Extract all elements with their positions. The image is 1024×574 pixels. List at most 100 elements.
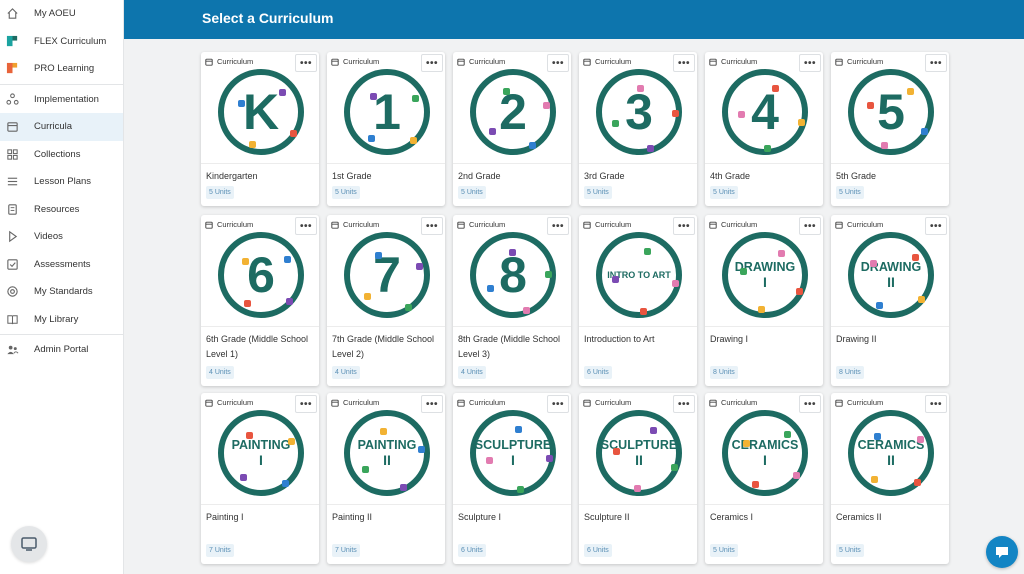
emblem-word: PAINTING [357,438,417,453]
more-options-button[interactable]: ••• [925,395,947,413]
chat-button[interactable] [986,536,1018,568]
curriculum-card[interactable]: Curriculum ••• SCULPTURE II Sculpture II 6 Un… [579,393,697,564]
sidebar-item-flex-curriculum[interactable]: FLEX Curriculum [0,28,123,56]
calendar-icon [331,58,339,66]
emblem-label: 3 [625,84,653,140]
emblem-label: PAINTING I [232,439,291,467]
ellipsis-icon: ••• [677,220,690,232]
curriculum-card[interactable]: Curriculum ••• 3 3rd Grade 5 Units [579,52,697,206]
sidebar-item-lesson-plans[interactable]: Lesson Plans [0,168,123,196]
emblem-label: K [242,84,280,140]
more-options-button[interactable]: ••• [673,217,695,235]
more-options-button[interactable]: ••• [547,395,569,413]
more-options-button[interactable]: ••• [295,395,317,413]
art-supply-illustration [246,432,253,439]
sidebar-item-label: Curricula [34,121,73,133]
more-options-button[interactable]: ••• [421,54,443,72]
list-icon [6,175,19,188]
curriculum-card[interactable]: Curriculum ••• 8 8th Grade (Middle School L… [453,215,571,386]
home-icon [6,7,19,20]
more-options-button[interactable]: ••• [673,54,695,72]
curriculum-card[interactable]: Curriculum ••• CERAMICS I Ceramics I 5 Units [705,393,823,564]
ellipsis-icon: ••• [551,57,564,69]
curriculum-card[interactable]: Curriculum ••• 1 1st Grade 5 Units [327,52,445,206]
curriculum-badge: Curriculum [205,57,253,66]
units-badge: 8 Units [836,366,864,379]
more-options-button[interactable]: ••• [295,54,317,72]
art-supply-illustration [416,263,423,270]
emblem-label: DRAWING I [735,261,795,289]
art-supply-illustration [912,254,919,261]
curriculum-card[interactable]: Curriculum ••• 7 7th Grade (Middle School L… [327,215,445,386]
card-title: 4th Grade [710,171,751,181]
art-supply-illustration [738,111,745,118]
sidebar-item-my-standards[interactable]: My Standards [0,278,123,306]
calendar-icon [457,399,465,407]
sidebar-item-curricula[interactable]: Curricula [0,113,123,141]
card-image: Curriculum ••• 4 [705,52,823,164]
curriculum-card[interactable]: Curriculum ••• 5 5th Grade 5 Units [831,52,949,206]
curriculum-card[interactable]: Curriculum ••• DRAWING II Drawing II 8 Units [831,215,949,386]
sidebar-item-label: Assessments [34,258,91,270]
more-options-button[interactable]: ••• [421,395,443,413]
curriculum-card[interactable]: Curriculum ••• 6 6th Grade (Middle School L… [201,215,319,386]
units-badge: 5 Units [584,186,612,199]
sidebar-item-label: FLEX Curriculum [34,35,107,47]
sidebar-item-label: PRO Learning [34,63,95,75]
more-options-button[interactable]: ••• [547,54,569,72]
more-options-button[interactable]: ••• [799,217,821,235]
card-title: Drawing II [836,334,877,344]
calendar-icon [709,221,717,229]
curriculum-card[interactable]: Curriculum ••• CERAMICS II Ceramics II 5 Unit… [831,393,949,564]
curriculum-card[interactable]: Curriculum ••• 2 2nd Grade 5 Units [453,52,571,206]
ellipsis-icon: ••• [299,398,312,410]
units-badge: 8 Units [710,366,738,379]
art-supply-illustration [637,85,644,92]
curriculum-card[interactable]: Curriculum ••• SCULPTURE I Sculpture I 6 Unit… [453,393,571,564]
more-options-button[interactable]: ••• [799,54,821,72]
calendar-icon [331,399,339,407]
sidebar-item-pro-learning[interactable]: PRO Learning [0,55,123,83]
curriculum-card[interactable]: Curriculum ••• INTRO TO ART Introduction to… [579,215,697,386]
sidebar-item-label: Resources [34,203,80,215]
sidebar-item-my-library[interactable]: My Library [0,306,123,334]
feedback-button[interactable] [11,526,47,562]
art-supply-illustration [286,298,293,305]
curriculum-card[interactable]: Curriculum ••• K Kindergarten 5 Units [201,52,319,206]
units-badge: 6 Units [584,366,612,379]
sidebar-item-videos[interactable]: Videos [0,223,123,251]
more-options-button[interactable]: ••• [799,395,821,413]
ellipsis-icon: ••• [803,220,816,232]
curriculum-emblem: 2 [470,69,556,155]
curriculum-card[interactable]: Curriculum ••• DRAWING I Drawing I 8 Units [705,215,823,386]
art-supply-illustration [370,93,377,100]
ellipsis-icon: ••• [929,57,942,69]
card-image: Curriculum ••• SCULPTURE I [453,393,571,505]
art-supply-illustration [242,258,249,265]
sidebar-item-collections[interactable]: Collections [0,141,123,169]
more-options-button[interactable]: ••• [925,54,947,72]
curriculum-badge: Curriculum [709,57,757,66]
sidebar-item-implementation[interactable]: Implementation [0,86,123,114]
more-options-button[interactable]: ••• [673,395,695,413]
badge-label: Curriculum [595,220,632,229]
sidebar-item-resources[interactable]: Resources [0,196,123,224]
art-supply-illustration [545,271,552,278]
sidebar-item-admin-portal[interactable]: Admin Portal [0,336,123,364]
art-supply-illustration [400,484,407,491]
badge-label: Curriculum [847,57,884,66]
more-options-button[interactable]: ••• [925,217,947,235]
card-image: Curriculum ••• 5 [831,52,949,164]
sidebar-item-my-aoeu[interactable]: My AOEU [0,0,123,28]
curriculum-card[interactable]: Curriculum ••• PAINTING II Painting II 7 Unit… [327,393,445,564]
curriculum-emblem: 7 [344,232,430,318]
curriculum-card[interactable]: Curriculum ••• PAINTING I Painting I 7 Units [201,393,319,564]
more-options-button[interactable]: ••• [295,217,317,235]
implementation-icon [6,93,19,106]
emblem-roman: II [887,273,895,290]
sidebar-item-assessments[interactable]: Assessments [0,251,123,279]
art-supply-illustration [546,455,553,462]
more-options-button[interactable]: ••• [421,217,443,235]
curriculum-card[interactable]: Curriculum ••• 4 4th Grade 5 Units [705,52,823,206]
more-options-button[interactable]: ••• [547,217,569,235]
